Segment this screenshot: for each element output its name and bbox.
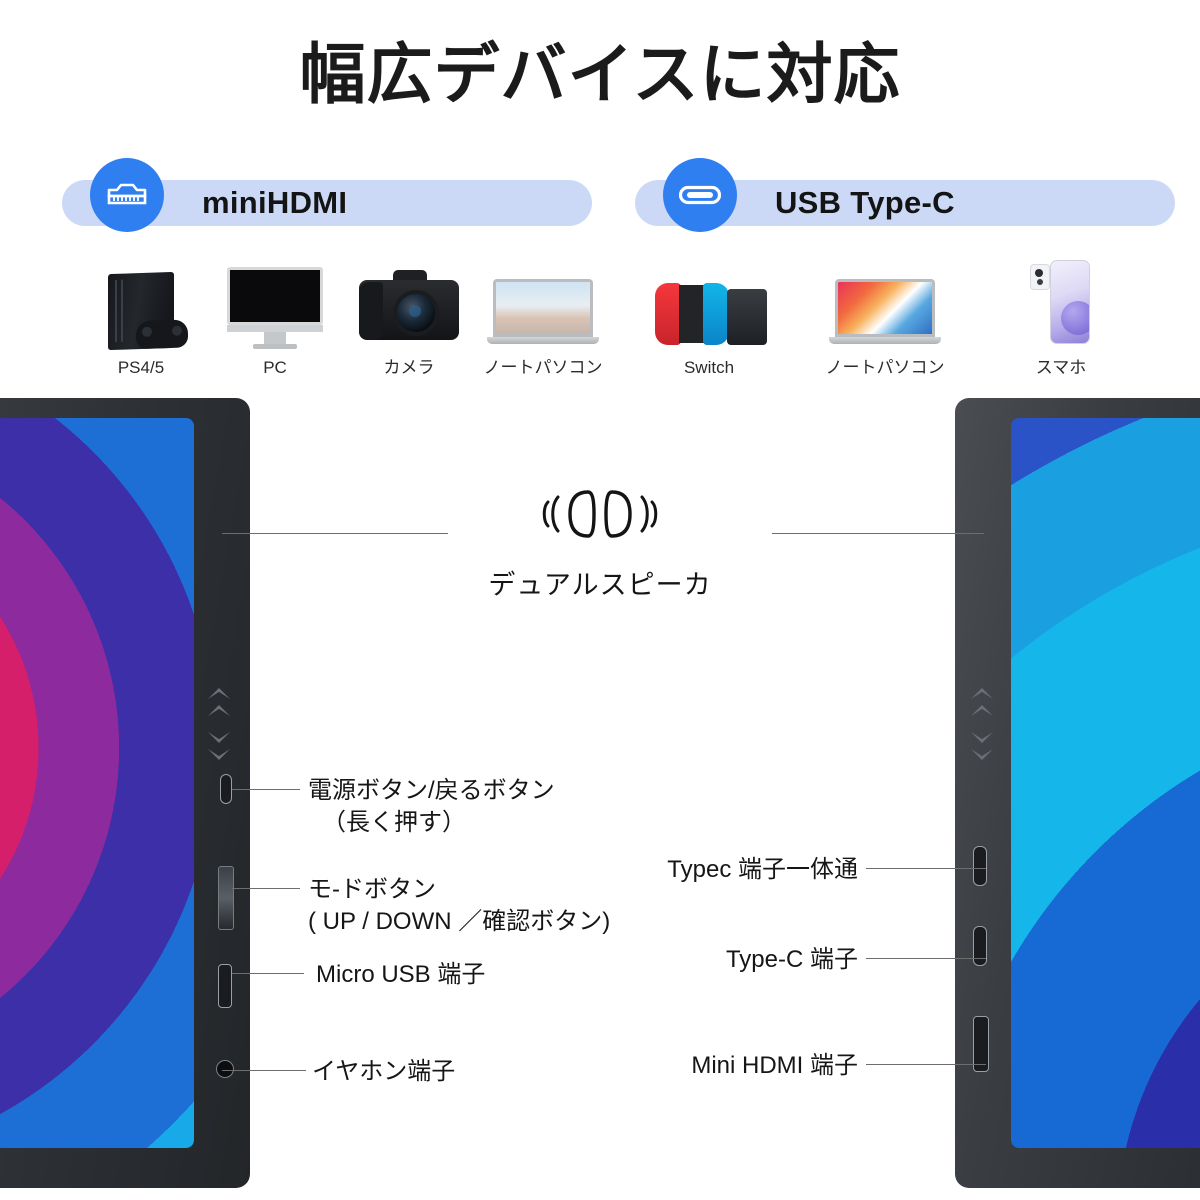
callout-line-2: ( UP / DOWN ／確認ボタン) [308, 908, 611, 936]
connection-badge-usb-type-c: USB Type-C [635, 158, 1175, 232]
callout-mode-button: モ-ドボタン ( UP / DOWN ／確認ボタン) [308, 874, 610, 939]
device-laptop: ノートパソコン [483, 258, 603, 378]
leader-line-mode [232, 888, 300, 889]
dual-speaker-label: デュアルスピーカ [488, 570, 712, 600]
usb-c-port-icon [663, 158, 737, 232]
smartphone-icon [1002, 258, 1120, 344]
chevron-marks-icon [971, 688, 997, 798]
leader-line-microusb [232, 973, 304, 974]
laptop-icon [484, 258, 602, 344]
device-label: ノートパソコン [483, 358, 603, 377]
callout-line-1: Typec 端子一体通 [667, 856, 858, 883]
device-ps4-5: PS4/5 [82, 263, 200, 378]
callout-line-1: Micro USB 端子 [316, 961, 486, 988]
hdmi-port-icon [90, 158, 164, 232]
callout-mini-hdmi: Mini HDMI 端子 [640, 1050, 858, 1082]
device-label: PS4/5 [117, 358, 165, 377]
callout-line-1: 電源ボタン/戻るボタン [308, 777, 555, 804]
callout-line-1: Type-C 端子 [725, 946, 858, 973]
device-label: スマホ [1035, 358, 1087, 377]
nintendo-switch-icon [650, 263, 768, 349]
device-label: PC [263, 358, 287, 377]
leader-line-typec-full [866, 868, 986, 869]
page-title: 幅広デバイスに対応 [299, 37, 901, 111]
mode-button[interactable] [218, 866, 234, 930]
device-smartphone: スマホ [1002, 258, 1120, 378]
device-pc: PC [216, 263, 334, 378]
leader-line-minihdmi [866, 1064, 986, 1065]
dual-speaker-callout: デュアルスピーカ [0, 486, 1200, 602]
device-label: Switch [683, 358, 735, 377]
earphone-jack[interactable] [216, 1060, 234, 1078]
dslr-camera-icon [350, 258, 468, 344]
dual-speaker-icon [542, 490, 658, 538]
badge-label-minihdmi: miniHDMI [202, 185, 348, 220]
callout-typec-combined: Typec 端子一体通 [658, 854, 858, 886]
playstation-console-icon [82, 263, 200, 351]
callout-line-1: イヤホン端子 [312, 1058, 456, 1085]
device-macbook: ノートパソコン [825, 258, 945, 378]
callout-line-1: モ-ドボタン [308, 876, 436, 903]
leader-line-earphone [222, 1070, 306, 1071]
callout-power-button: 電源ボタン/戻るボタン （長く押す） [308, 775, 555, 840]
desktop-imac-icon [216, 263, 334, 349]
leader-line-typec [866, 958, 986, 959]
device-row-usb-type-c: Switch ノートパソコン スマホ [650, 258, 1120, 378]
device-row-minihdmi: PS4/5 PC カメラ ノートパソコン [82, 258, 603, 378]
connection-badge-minihdmi: miniHDMI [62, 158, 592, 232]
micro-usb-port[interactable] [218, 964, 232, 1008]
device-switch: Switch [650, 263, 768, 378]
device-label: ノートパソコン [825, 358, 945, 377]
macbook-icon [826, 258, 944, 344]
leader-line-power [232, 789, 300, 790]
callout-line-1: Mini HDMI 端子 [691, 1052, 858, 1079]
callout-micro-usb: Micro USB 端子 [316, 959, 485, 991]
device-label: カメラ [383, 358, 435, 377]
product-feature-diagram: 幅広デバイスに対応 miniHDMI USB Type-C PS4/5 PC カ… [0, 0, 1200, 1200]
device-camera: カメラ [350, 258, 468, 378]
type-c-port-combined[interactable] [973, 846, 987, 886]
power-button[interactable] [220, 774, 232, 804]
callout-typec: Type-C 端子 [658, 944, 858, 976]
callout-line-2: （長く押す） [322, 809, 466, 837]
callout-earphone: イヤホン端子 [312, 1056, 455, 1088]
badge-label-usb-type-c: USB Type-C [775, 185, 955, 220]
type-c-port[interactable] [973, 926, 987, 966]
